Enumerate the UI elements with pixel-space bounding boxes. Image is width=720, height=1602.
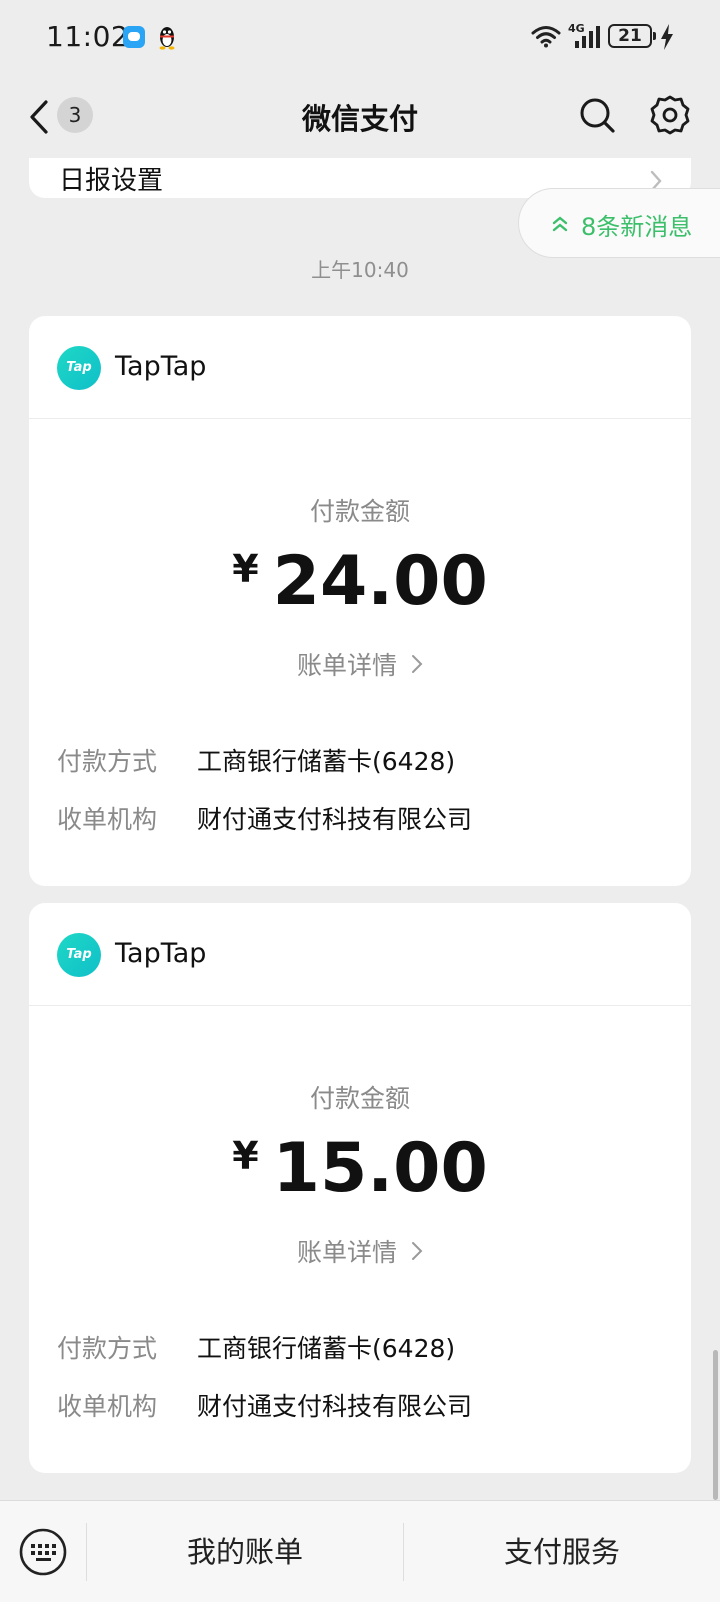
cell-signal-icon — [575, 26, 600, 48]
keyboard-icon[interactable] — [18, 1527, 68, 1577]
scrollbar[interactable] — [713, 1350, 718, 1500]
bottom-menu-bar: 我的账单 支付服务 — [0, 1500, 720, 1602]
merchant-name: TapTap — [115, 351, 207, 382]
qq-penguin-icon — [159, 27, 175, 50]
merchant-name: TapTap — [115, 938, 207, 969]
status-time: 11:02 — [46, 20, 130, 53]
battery-indicator: 21 — [608, 24, 656, 48]
taptap-logo-icon: Tap — [57, 346, 101, 390]
new-messages-text: 8条新消息 — [581, 213, 693, 241]
payment-method-label: 付款方式 — [57, 747, 158, 776]
status-bar: 11:02 4G 21 — [0, 0, 720, 76]
message-timestamp: 上午10:40 — [311, 258, 409, 282]
bill-detail-link[interactable]: 账单详情 — [29, 646, 691, 682]
amount-row: ¥15.00 — [29, 1129, 691, 1208]
amount-value: 15.00 — [272, 1129, 488, 1208]
amount-label: 付款金额 — [309, 1084, 410, 1113]
currency-symbol: ¥ — [232, 1134, 259, 1178]
amount-row: ¥24.00 — [29, 542, 691, 621]
payment-card[interactable]: Tap TapTap 付款金额 ¥24.00 账单详情 付款方式 工商银行储蓄卡(… — [29, 316, 691, 886]
payment-method-row: 付款方式 工商银行储蓄卡(6428) — [57, 742, 455, 778]
charging-bolt-icon — [661, 24, 673, 50]
payment-method-row: 付款方式 工商银行储蓄卡(6428) — [57, 1329, 455, 1365]
acquirer-value: 财付通支付科技有限公司 — [197, 1392, 473, 1421]
wifi-icon — [531, 26, 561, 48]
amount-label: 付款金额 — [309, 497, 410, 526]
currency-symbol: ¥ — [232, 547, 259, 591]
bill-detail-link[interactable]: 账单详情 — [29, 1233, 691, 1269]
search-icon[interactable] — [578, 96, 618, 136]
pay-services-button[interactable]: 支付服务 — [404, 1501, 720, 1602]
daily-report-settings-label: 日报设置 — [59, 166, 164, 196]
acquirer-label: 收单机构 — [57, 805, 158, 834]
title-bar: 3 微信支付 — [0, 76, 720, 158]
acquirer-label: 收单机构 — [57, 1392, 158, 1421]
chevron-right-icon — [411, 655, 423, 673]
payment-method-value: 工商银行储蓄卡(6428) — [197, 747, 456, 776]
message-app-icon — [123, 26, 145, 48]
taptap-logo-icon: Tap — [57, 933, 101, 977]
payment-card[interactable]: Tap TapTap 付款金额 ¥15.00 账单详情 付款方式 工商银行储蓄卡(… — [29, 903, 691, 1473]
amount-value: 24.00 — [272, 542, 488, 621]
acquirer-value: 财付通支付科技有限公司 — [197, 805, 473, 834]
payment-method-value: 工商银行储蓄卡(6428) — [197, 1334, 456, 1363]
payment-method-label: 付款方式 — [57, 1334, 158, 1363]
card-header[interactable]: Tap TapTap — [29, 316, 691, 419]
my-bills-button[interactable]: 我的账单 — [87, 1501, 403, 1602]
message-list[interactable]: 日报设置 8条新消息 上午10:40 Tap TapTap 付款金额 ¥24.0… — [0, 158, 720, 1500]
chevron-right-icon — [411, 1242, 423, 1260]
new-messages-button[interactable]: 8条新消息 — [518, 188, 720, 258]
acquirer-row: 收单机构 财付通支付科技有限公司 — [57, 1387, 472, 1423]
acquirer-row: 收单机构 财付通支付科技有限公司 — [57, 800, 472, 836]
gear-icon[interactable] — [650, 95, 690, 135]
bill-detail-label: 账单详情 — [297, 651, 398, 680]
card-header[interactable]: Tap TapTap — [29, 903, 691, 1006]
bill-detail-label: 账单详情 — [297, 1238, 398, 1267]
double-chevron-up-icon — [552, 216, 568, 232]
